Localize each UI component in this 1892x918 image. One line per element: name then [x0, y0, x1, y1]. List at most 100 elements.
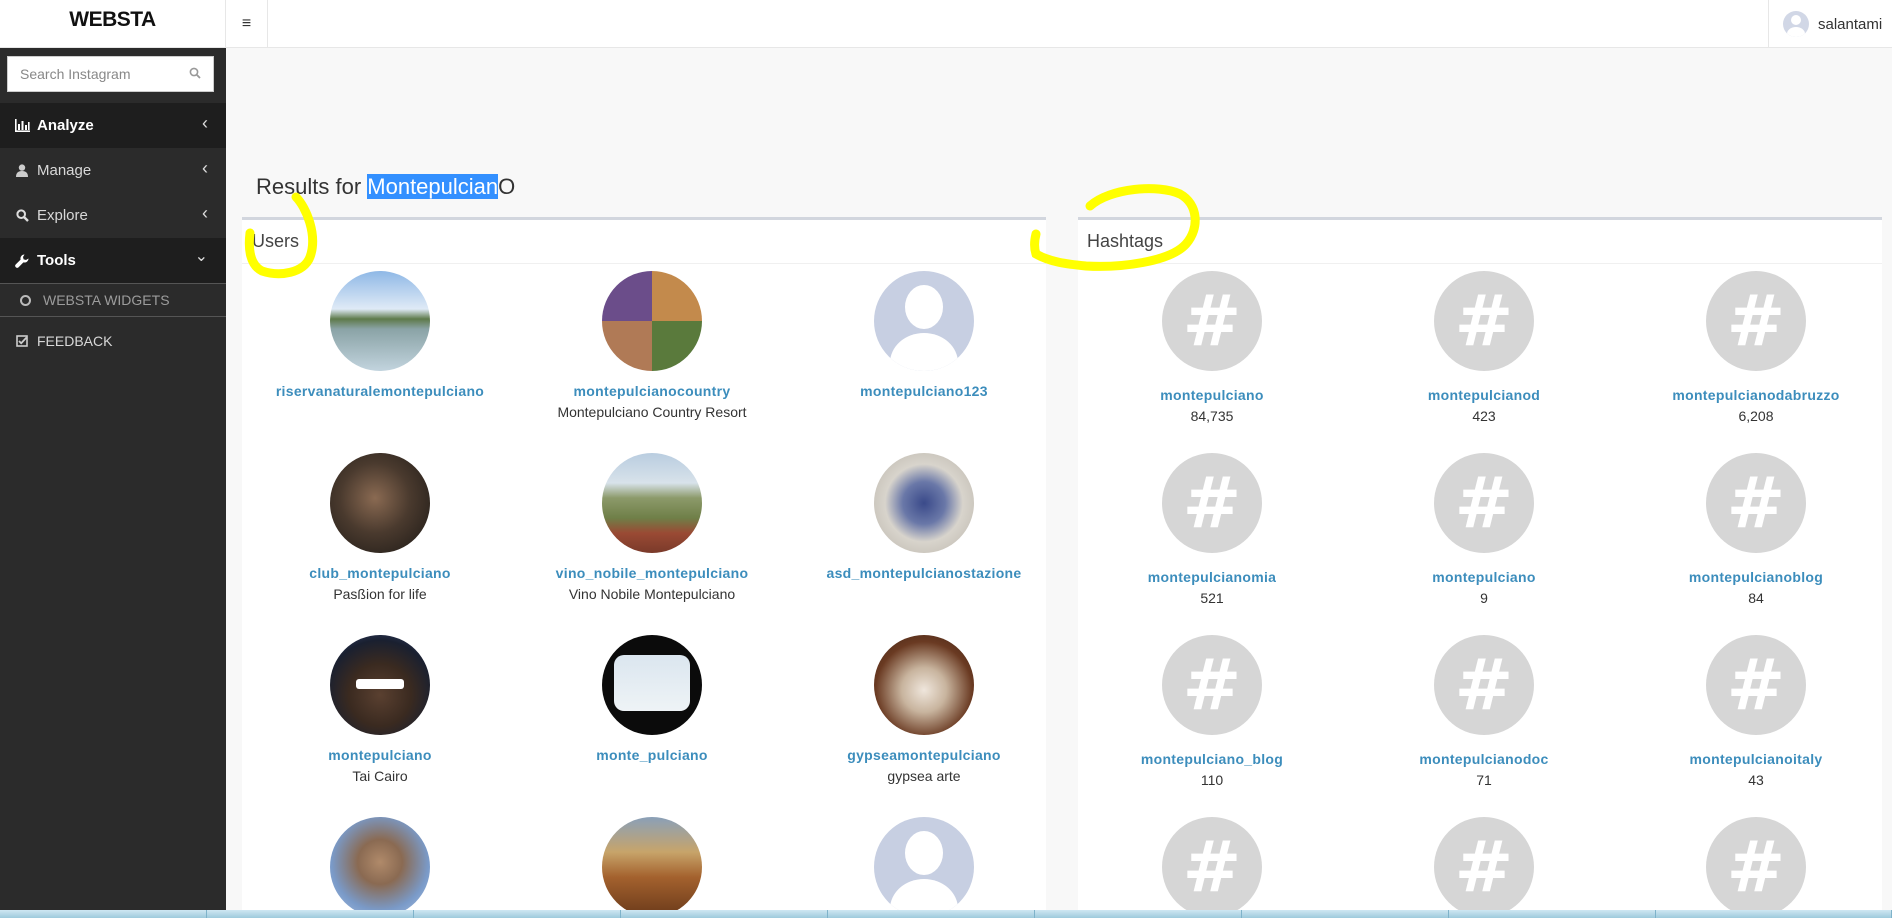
taskbar-segment[interactable] [1242, 910, 1449, 918]
taskbar-segment[interactable] [0, 910, 207, 918]
chevron-left-icon: ‹ [202, 113, 208, 133]
sidebar-item-tools[interactable]: Tools ⌄ [0, 238, 226, 283]
hashtag-card: # montepulcianomia 521 [1078, 453, 1346, 606]
sidebar-item-analyze[interactable]: Analyze ‹ [0, 103, 226, 148]
user-link[interactable]: montepulciano123 [790, 383, 1058, 399]
sidebar-item-label: FEEDBACK [37, 332, 113, 349]
hashtag-card: # montepulcianodoc 71 [1350, 635, 1618, 788]
user-link[interactable]: asd_montepulcianostazione [790, 565, 1058, 581]
taskbar-segment[interactable] [414, 910, 621, 918]
avatar[interactable] [874, 635, 974, 735]
avatar[interactable] [602, 635, 702, 735]
search-icon [14, 209, 30, 223]
user-link[interactable]: vino_nobile_montepulciano [518, 565, 786, 581]
sidebar-item-feedback[interactable]: FEEDBACK [0, 318, 226, 363]
hashtag-link[interactable]: montepulciano_blog [1078, 751, 1346, 767]
user-link[interactable]: gypseamontepulciano [790, 747, 1058, 763]
avatar[interactable] [330, 271, 430, 371]
taskbar-segment[interactable] [1449, 910, 1656, 918]
hashtag-count: 423 [1472, 408, 1496, 424]
search-input[interactable] [8, 57, 178, 91]
hashtag-icon[interactable]: # [1706, 271, 1806, 371]
hashtag-link[interactable]: montepulcianomia [1078, 569, 1346, 585]
avatar[interactable] [602, 817, 702, 917]
hashtag-icon[interactable]: # [1434, 271, 1534, 371]
hashtags-panel: Hashtags # montepulciano 84,735 # montep… [1078, 217, 1882, 917]
chevron-left-icon: ‹ [202, 203, 208, 223]
user-card: riservanaturalemontepulciano [246, 271, 514, 404]
hashtag-count: 84,735 [1190, 408, 1234, 424]
wrench-icon [14, 253, 30, 268]
taskbar-segment[interactable] [1656, 910, 1892, 918]
avatar[interactable] [874, 271, 974, 371]
hashtag-icon[interactable]: # [1434, 817, 1534, 917]
hashtag-count: 9 [1480, 590, 1488, 606]
user-icon [14, 164, 30, 178]
hashtag-link[interactable]: montepulcianoitaly [1622, 751, 1890, 767]
hashtag-link[interactable]: montepulcianodabruzzo [1622, 387, 1890, 403]
user-link[interactable]: club_montepulciano [246, 565, 514, 581]
user-card: montepulcianocountry Montepulciano Count… [518, 271, 786, 420]
taskbar-segment[interactable] [828, 910, 1035, 918]
taskbar-segment[interactable] [1035, 910, 1242, 918]
sidebar-subitem-label: WEBSTA WIDGETS [43, 292, 170, 308]
search-icon[interactable] [189, 67, 201, 79]
avatar[interactable] [874, 817, 974, 917]
hashtag-icon[interactable]: # [1706, 635, 1806, 735]
hashtag-card: # montepulciano_blog 110 [1078, 635, 1346, 788]
hamburger-menu-button[interactable]: ≡ [226, 0, 268, 48]
hamburger-icon: ≡ [241, 15, 252, 32]
hashtag-link[interactable]: montepulciano [1350, 569, 1618, 585]
hashtag-link[interactable]: montepulcianodoc [1350, 751, 1618, 767]
sidebar-item-manage[interactable]: Manage ‹ [0, 148, 226, 193]
user-card [518, 817, 786, 917]
user-fullname: Tai Cairo [352, 768, 408, 784]
sidebar-subitem-websta-widgets[interactable]: WEBSTA WIDGETS [0, 283, 226, 317]
user-fullname: Pasßion for life [333, 586, 427, 602]
page-title: Results for MontepulcianO [256, 174, 515, 200]
user-menu[interactable]: salantami [1768, 0, 1892, 48]
highlighted-query: Montepulcian [367, 174, 499, 199]
avatar[interactable] [602, 453, 702, 553]
avatar[interactable] [874, 453, 974, 553]
hashtag-icon[interactable]: # [1706, 817, 1806, 917]
hashtag-link[interactable]: montepulcianod [1350, 387, 1618, 403]
hashtag-count: 71 [1476, 772, 1492, 788]
query-rest: O [498, 174, 516, 199]
top-navbar: WEBSTA ≡ salantami [0, 0, 1892, 48]
hashtag-link[interactable]: montepulciano [1078, 387, 1346, 403]
taskbar-strip [0, 910, 1892, 918]
hashtag-icon[interactable]: # [1162, 453, 1262, 553]
hashtag-icon[interactable]: # [1162, 817, 1262, 917]
hashtag-link[interactable]: montepulcianoblog [1622, 569, 1890, 585]
hashtag-count: 43 [1748, 772, 1764, 788]
chevron-left-icon: ‹ [202, 158, 208, 178]
avatar[interactable] [330, 453, 430, 553]
hashtag-card: # montepulcianodabruzzo 6,208 [1622, 271, 1890, 424]
avatar[interactable] [330, 817, 430, 917]
taskbar-segment[interactable] [207, 910, 414, 918]
user-card [246, 817, 514, 917]
user-link[interactable]: montepulciano [246, 747, 514, 763]
user-link[interactable]: montepulcianocountry [518, 383, 786, 399]
user-link[interactable]: riservanaturalemontepulciano [246, 383, 514, 399]
hashtag-icon[interactable]: # [1706, 453, 1806, 553]
taskbar-segment[interactable] [621, 910, 828, 918]
avatar[interactable] [330, 635, 430, 735]
hashtag-icon[interactable]: # [1434, 453, 1534, 553]
user-card: gypseamontepulciano gypsea arte [790, 635, 1058, 784]
hashtag-card: # montepulciano 84,735 [1078, 271, 1346, 424]
circle-icon [20, 294, 31, 306]
hashtag-icon[interactable]: # [1434, 635, 1534, 735]
hashtags-panel-title: Hashtags [1078, 220, 1882, 264]
sidebar-item-explore[interactable]: Explore ‹ [0, 193, 226, 238]
user-link[interactable]: monte_pulciano [518, 747, 786, 763]
hashtag-card: # montepulcianoitaly 43 [1622, 635, 1890, 788]
websta-logo[interactable]: WEBSTA [0, 0, 226, 48]
user-card: monte_pulciano [518, 635, 786, 768]
hashtag-icon[interactable]: # [1162, 635, 1262, 735]
results-prefix: Results for [256, 174, 368, 199]
avatar[interactable] [602, 271, 702, 371]
hashtag-icon[interactable]: # [1162, 271, 1262, 371]
hashtag-count: 521 [1200, 590, 1224, 606]
